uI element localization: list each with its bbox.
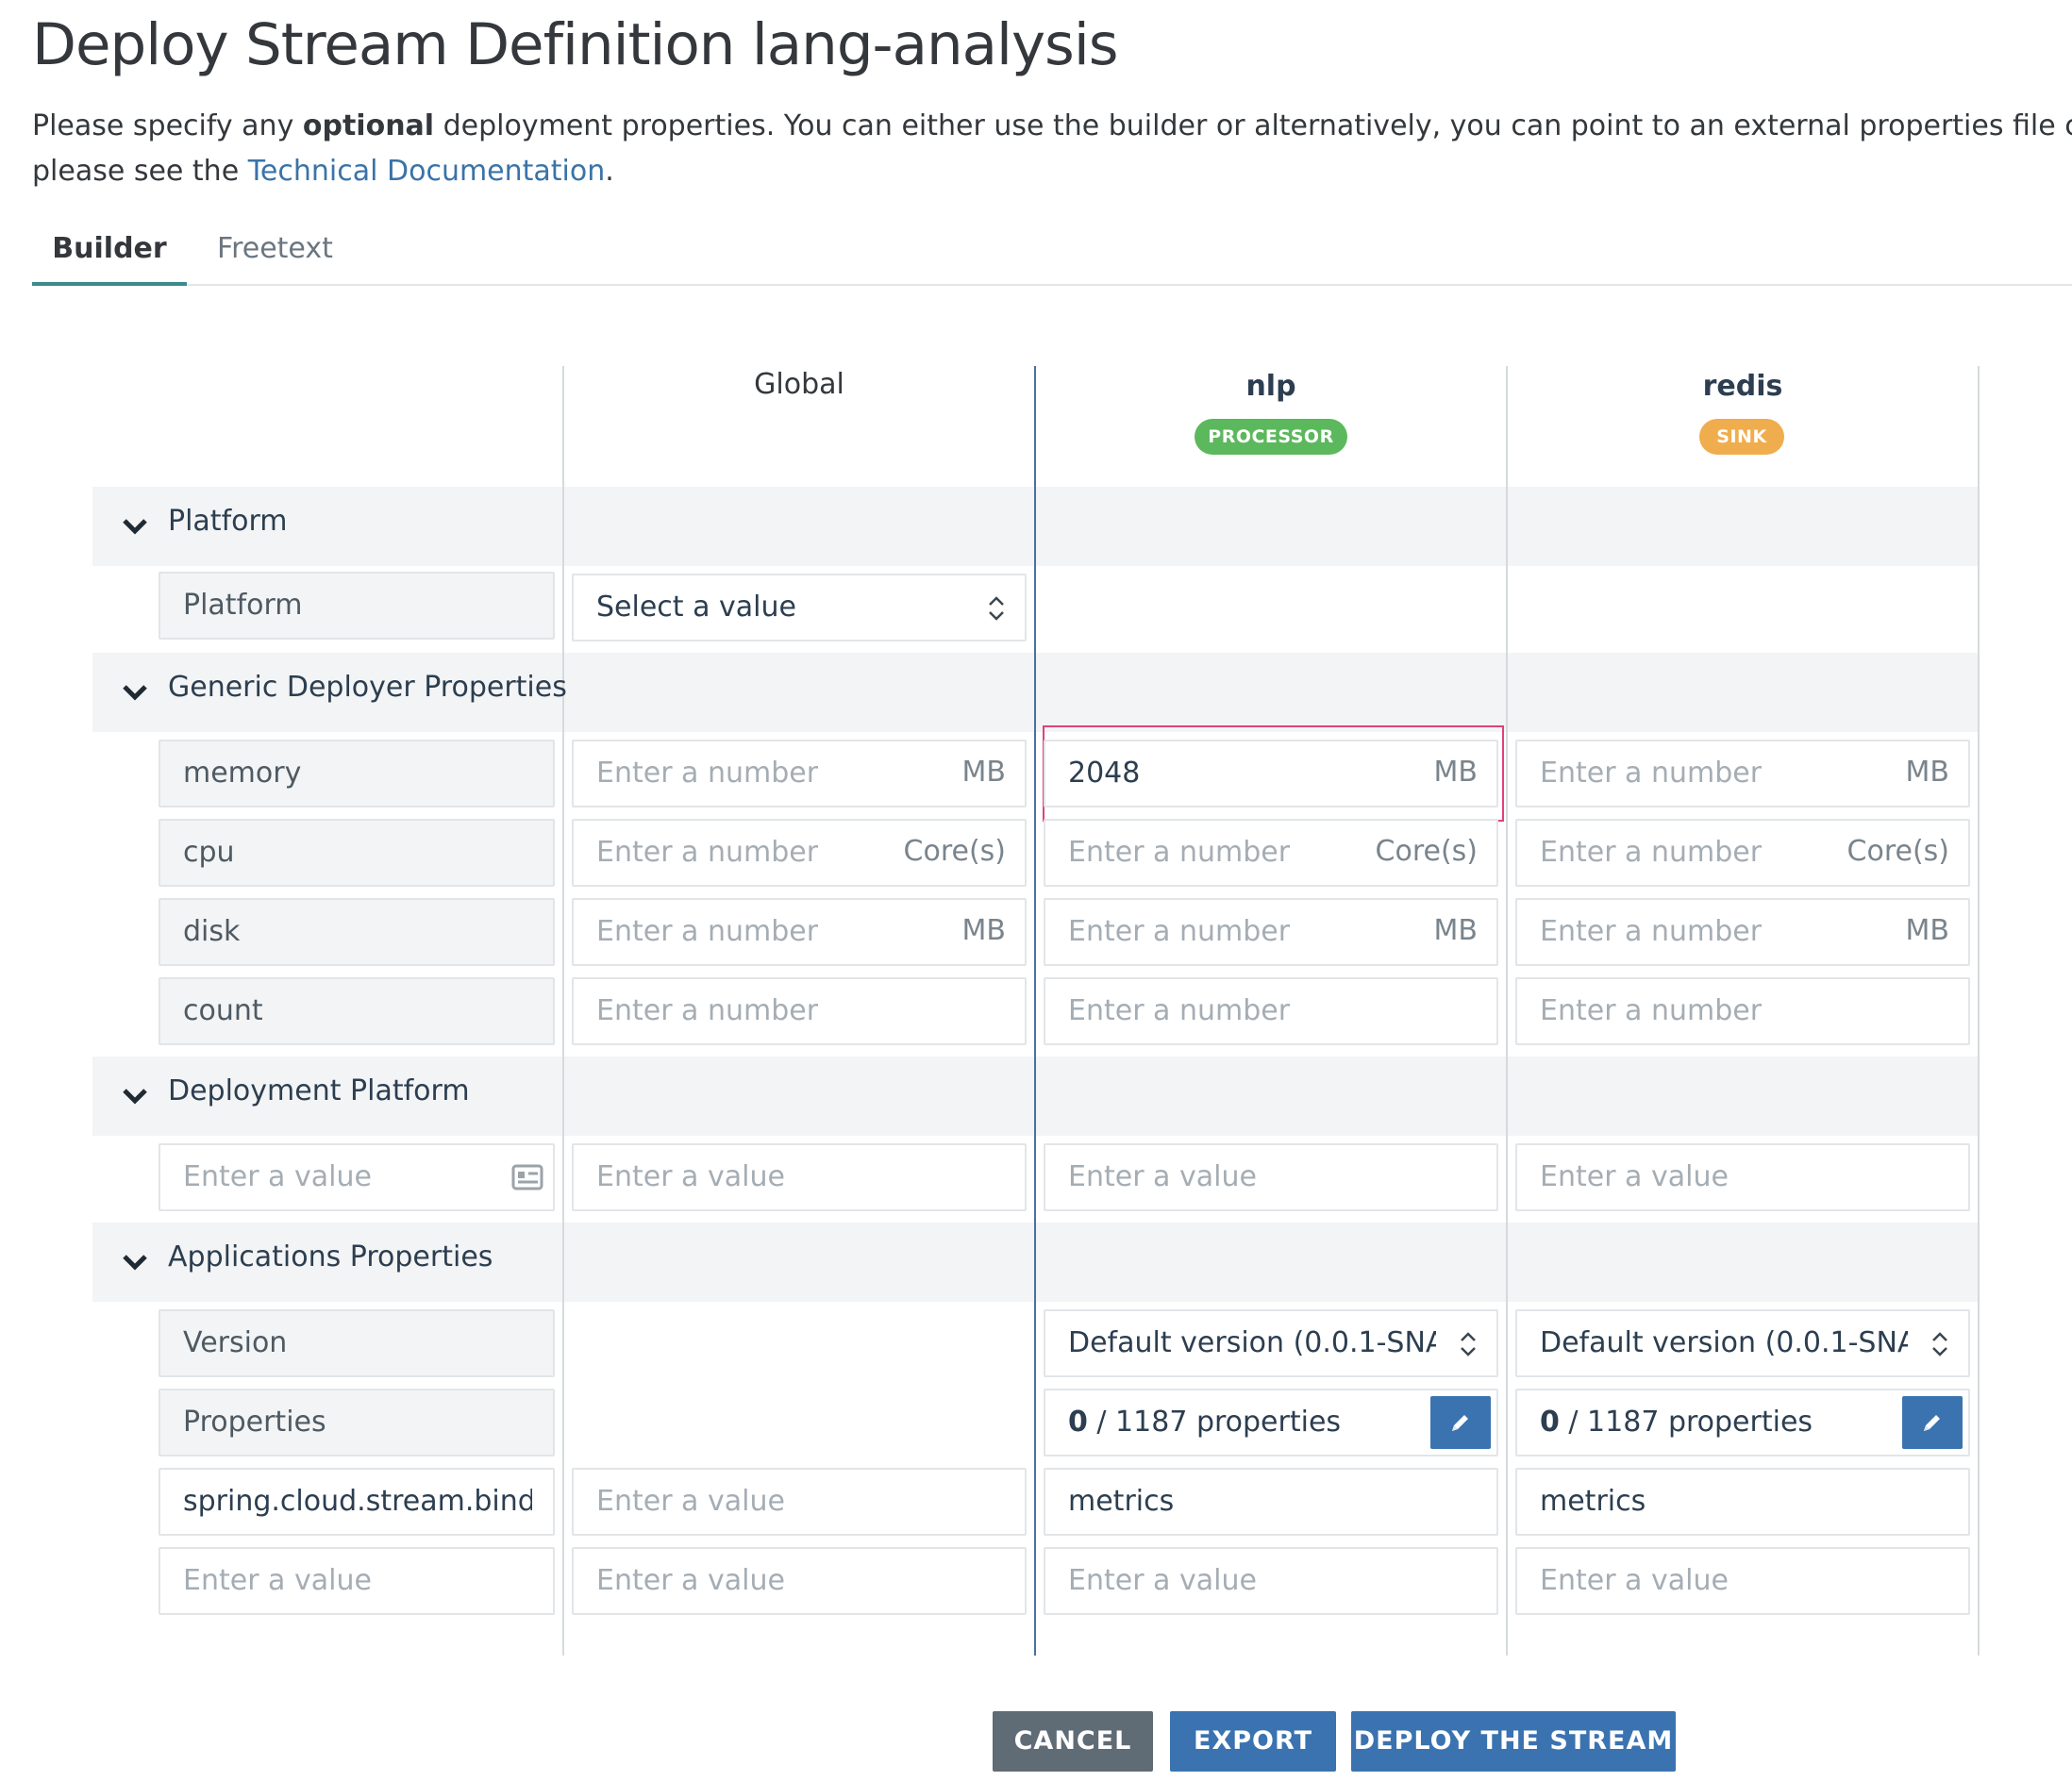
redis-cpu-input[interactable]: Enter a number Core(s) — [1515, 819, 1970, 887]
section-title-deployment-platform: Deployment Platform — [168, 1074, 470, 1107]
redis-binding-input[interactable]: metrics — [1515, 1468, 1970, 1536]
nlp-binding-input[interactable]: metrics — [1044, 1468, 1498, 1536]
address-card-icon[interactable] — [511, 1164, 543, 1190]
memory-label-field: memory — [159, 740, 555, 807]
chevron-down-icon[interactable] — [121, 1082, 149, 1110]
column-header-redis: redis — [1702, 370, 1783, 403]
export-button[interactable]: EXPORT — [1170, 1711, 1336, 1772]
redis-properties-field: 0 / 1187 properties — [1515, 1389, 1970, 1456]
global-disk-input[interactable]: Enter a number MB — [572, 898, 1027, 966]
intro-line2-post: . — [605, 155, 614, 188]
intro-line2-pre: please see the — [32, 155, 248, 188]
deploy-stream-button[interactable]: DEPLOY THE STREAM — [1351, 1711, 1676, 1772]
nlp-edit-properties-button[interactable] — [1430, 1396, 1491, 1449]
nlp-properties-field: 0 / 1187 properties — [1044, 1389, 1498, 1456]
redis-properties-total: / 1187 properties — [1559, 1406, 1813, 1439]
cancel-button[interactable]: CANCEL — [993, 1711, 1153, 1772]
redis-memory-input[interactable]: Enter a number MB — [1515, 740, 1970, 807]
redis-edit-properties-button[interactable] — [1902, 1396, 1963, 1449]
column-header-global: Global — [754, 368, 844, 401]
global-memory-input[interactable]: Enter a number MB — [572, 740, 1027, 807]
pencil-icon — [1924, 1415, 1940, 1431]
select-arrows-icon — [1461, 1332, 1476, 1357]
sink-badge: SINK — [1699, 419, 1784, 455]
select-arrows-icon — [989, 596, 1004, 621]
intro-post: deployment properties. You can either us… — [443, 109, 2072, 142]
nlp-cpu-input[interactable]: Enter a number Core(s) — [1044, 819, 1498, 887]
column-divider-redis — [1506, 366, 1508, 1656]
redis-deployment-platform-input[interactable]: Enter a value — [1515, 1143, 1970, 1211]
redis-properties-count: 0 — [1540, 1406, 1560, 1439]
technical-documentation-link[interactable]: Technical Documentation — [248, 155, 606, 188]
platform-label-field: Platform — [159, 572, 555, 640]
redis-disk-input[interactable]: Enter a number MB — [1515, 898, 1970, 966]
count-label-field: count — [159, 977, 555, 1045]
nlp-count-input[interactable]: Enter a number — [1044, 977, 1498, 1045]
properties-label-field: Properties — [159, 1389, 555, 1456]
disk-label-field: disk — [159, 898, 555, 966]
redis-new-property-input[interactable]: Enter a value — [1515, 1547, 1970, 1615]
global-binding-input[interactable]: Enter a value — [572, 1468, 1027, 1536]
redis-version-select[interactable]: Default version (0.0.1-SNAPSH — [1515, 1309, 1970, 1377]
nlp-properties-count: 0 — [1068, 1406, 1088, 1439]
new-property-key-input[interactable]: Enter a value — [159, 1547, 555, 1615]
deployment-platform-key-input[interactable]: Enter a value — [159, 1143, 555, 1211]
tabs-divider — [32, 284, 2072, 286]
version-label-field: Version — [159, 1309, 555, 1377]
tab-freetext[interactable]: Freetext — [217, 232, 333, 265]
chevron-down-icon[interactable] — [121, 512, 149, 541]
nlp-deployment-platform-input[interactable]: Enter a value — [1044, 1143, 1498, 1211]
pencil-icon — [1452, 1415, 1468, 1431]
column-divider-nlp — [1034, 366, 1036, 1656]
column-divider-global — [562, 366, 564, 1656]
platform-select[interactable]: Select a value — [572, 574, 1027, 641]
nlp-memory-input[interactable]: 2048 MB — [1044, 740, 1498, 807]
chevron-down-icon[interactable] — [121, 678, 149, 707]
nlp-disk-input[interactable]: Enter a number MB — [1044, 898, 1498, 966]
global-count-input[interactable]: Enter a number — [572, 977, 1027, 1045]
nlp-version-select[interactable]: Default version (0.0.1-SNAPSH — [1044, 1309, 1498, 1377]
column-divider-end — [1978, 366, 1980, 1656]
section-title-applications: Applications Properties — [168, 1240, 493, 1273]
processor-badge: PROCESSOR — [1195, 419, 1347, 455]
redis-count-input[interactable]: Enter a number — [1515, 977, 1970, 1045]
cpu-label-field: cpu — [159, 819, 555, 887]
nlp-new-property-input[interactable]: Enter a value — [1044, 1547, 1498, 1615]
select-arrows-icon — [1932, 1332, 1947, 1357]
section-title-platform: Platform — [168, 505, 288, 538]
intro-pre: Please specify any — [32, 109, 303, 142]
intro-bold: optional — [302, 109, 435, 142]
global-deployment-platform-input[interactable]: Enter a value — [572, 1143, 1027, 1211]
global-new-property-input[interactable]: Enter a value — [572, 1547, 1027, 1615]
tab-active-indicator — [32, 282, 187, 286]
chevron-down-icon[interactable] — [121, 1248, 149, 1276]
binding-key-input[interactable]: spring.cloud.stream.binding — [159, 1468, 555, 1536]
column-header-nlp: nlp — [1245, 370, 1296, 403]
page-title: Deploy Stream Definition lang-analysis — [32, 11, 1119, 78]
tab-builder[interactable]: Builder — [32, 232, 187, 265]
nlp-properties-total: / 1187 properties — [1087, 1406, 1342, 1439]
global-cpu-input[interactable]: Enter a number Core(s) — [572, 819, 1027, 887]
intro-text: Please specify any optional deployment p… — [32, 104, 2072, 194]
section-title-generic-deployer: Generic Deployer Properties — [168, 671, 567, 704]
